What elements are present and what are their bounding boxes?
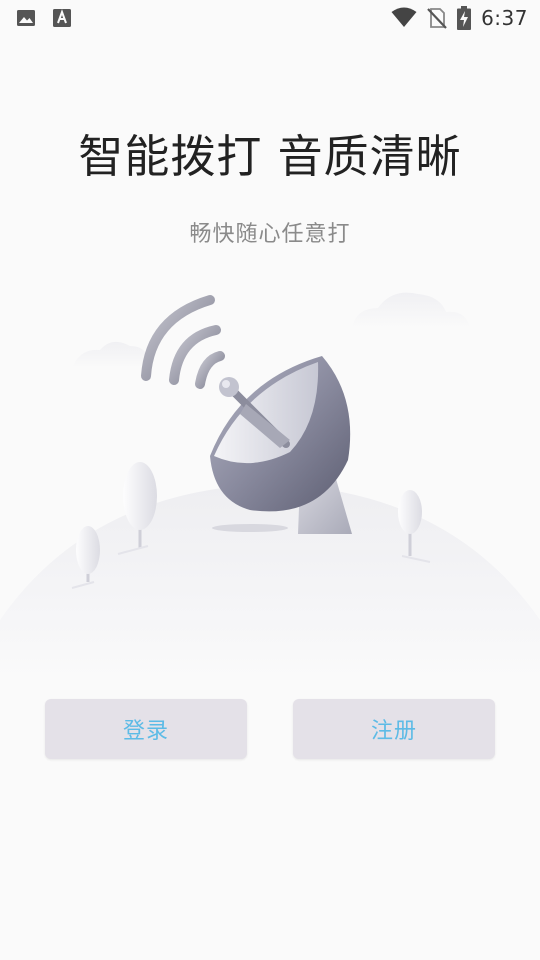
status-bar-left <box>16 8 72 28</box>
no-sim-icon <box>427 7 447 29</box>
wifi-icon <box>391 7 417 29</box>
hill-background <box>0 484 540 680</box>
cloud-left-icon <box>72 341 148 368</box>
hero-illustration <box>0 280 540 680</box>
battery-charging-icon <box>457 6 472 30</box>
status-bar-right: 6:37 <box>391 6 528 30</box>
text-a-icon <box>52 8 72 28</box>
signal-waves-icon <box>141 295 225 389</box>
image-icon <box>16 8 36 28</box>
register-button[interactable]: 注册 <box>293 699 495 759</box>
welcome-screen: 6:37 智能拨打 音质清晰 畅快随心任意打 登录 注册 <box>0 0 540 960</box>
page-title: 智能拨打 音质清晰 <box>78 130 462 183</box>
status-bar: 6:37 <box>0 0 540 36</box>
page-subtitle: 畅快随心任意打 <box>189 222 351 247</box>
cloud-right-icon <box>352 292 470 328</box>
login-button[interactable]: 登录 <box>45 699 247 759</box>
status-time: 6:37 <box>481 6 528 30</box>
